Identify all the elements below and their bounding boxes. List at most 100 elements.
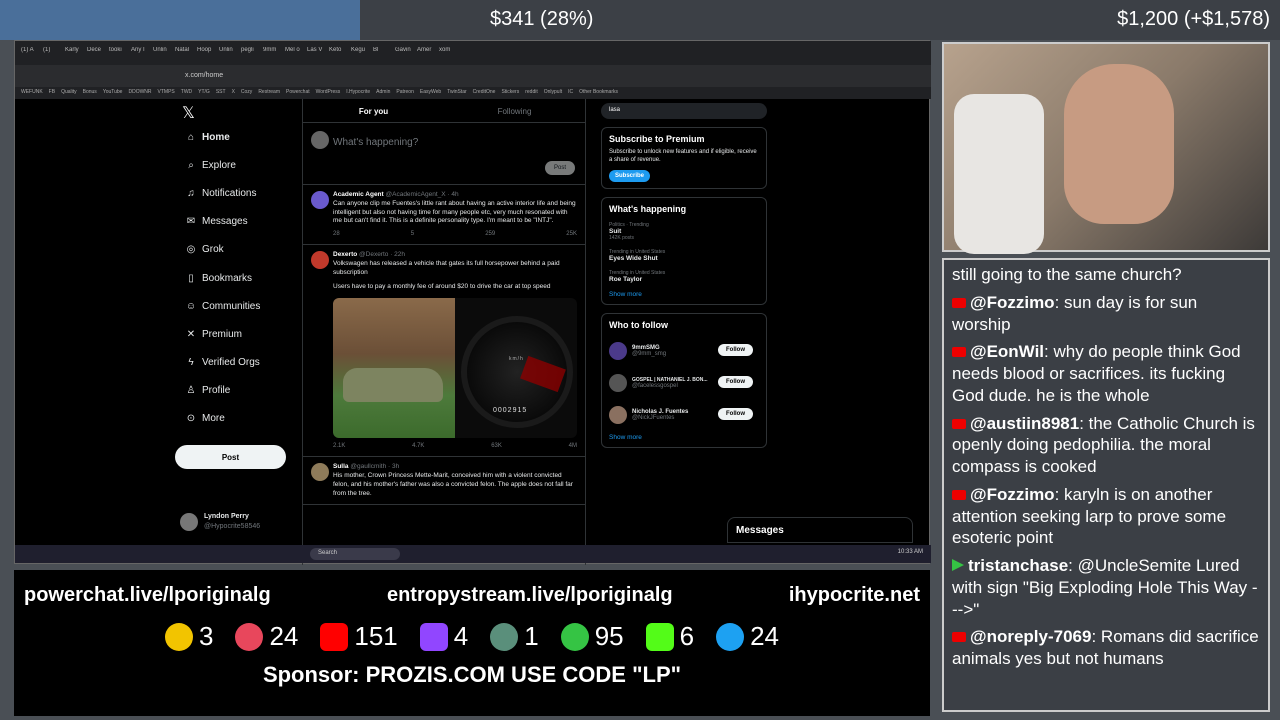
nav-home[interactable]: ⌂ Home [180, 123, 300, 151]
trend-item[interactable]: Trending in United States Eyes Wide Shut [609, 249, 759, 262]
follow-suggestion[interactable]: 9mmSMG @9mm_smg Follow [609, 340, 759, 362]
bookmark-item[interactable]: YouTube [103, 89, 123, 97]
browser-tab[interactable]: Kegu [351, 47, 373, 65]
compose-input[interactable]: What's happening? [333, 137, 418, 148]
bookmark-item[interactable]: Powerchat [286, 89, 310, 97]
post-button[interactable]: Post [175, 445, 286, 469]
tweet-author[interactable]: Dexerto [333, 251, 357, 258]
nav-more[interactable]: ⊙ More [180, 405, 300, 433]
bookmark-item[interactable]: Admin [376, 89, 390, 97]
browser-tab[interactable]: Mel o [285, 47, 307, 65]
tweet-author[interactable]: Academic Agent [333, 191, 384, 198]
nav-premium[interactable]: ✕ Premium [180, 320, 300, 348]
url-text[interactable]: x.com/home [185, 72, 223, 79]
x-logo-icon[interactable]: 𝕏 [182, 103, 300, 123]
browser-tab[interactable]: Natal [175, 47, 197, 65]
bookmark-item[interactable]: CreditOne [473, 89, 496, 97]
bookmark-item[interactable]: I.Hypocrite [346, 89, 370, 97]
tweet[interactable]: Dexerto @Dexerto · 22h Volkswagen has re… [303, 245, 585, 458]
like-count[interactable]: 259 [485, 230, 495, 238]
browser-tab[interactable]: pegli [241, 47, 263, 65]
show-more-link[interactable]: Show more [609, 291, 759, 298]
tab-for-you[interactable]: For you [303, 99, 444, 122]
bookmark-item[interactable]: VTMPS [158, 89, 175, 97]
like-count[interactable]: 63K [491, 442, 502, 450]
browser-tab[interactable]: Gavin [395, 47, 417, 65]
bookmark-item[interactable]: X [232, 89, 235, 97]
bookmark-item[interactable]: WordPress [316, 89, 341, 97]
stream-top-bar: $341 (28%) $1,200 (+$1,578) [0, 0, 1280, 40]
bookmark-item[interactable]: TWD [181, 89, 192, 97]
browser-tab[interactable]: (1) [43, 47, 65, 65]
search-input[interactable]: lasa [601, 103, 767, 119]
nav-messages[interactable]: ✉ Messages [180, 208, 300, 236]
follow-button[interactable]: Follow [718, 343, 753, 356]
reply-count[interactable]: 28 [333, 230, 340, 238]
bookmark-item[interactable]: IC [568, 89, 573, 97]
tweet[interactable]: Academic Agent @AcademicAgent_X · 4h Can… [303, 185, 585, 246]
bookmark-item[interactable]: Patreon [396, 89, 414, 97]
nav-explore[interactable]: ⌕ Explore [180, 151, 300, 179]
follow-button[interactable]: Follow [718, 375, 753, 388]
nav-notifications[interactable]: ♫ Notifications [180, 179, 300, 207]
browser-tab[interactable]: 9mm [263, 47, 285, 65]
bookmark-item[interactable]: YT/G [198, 89, 210, 97]
bookmark-item[interactable]: Other Bookmarks [579, 89, 618, 97]
bookmark-item[interactable]: TwinStar [447, 89, 466, 97]
nav-communities[interactable]: ☺ Communities [180, 292, 300, 320]
follow-button[interactable]: Follow [718, 407, 753, 420]
tab-following[interactable]: Following [444, 99, 585, 122]
bookmark-item[interactable]: DDOWNR [128, 89, 151, 97]
bookmark-item[interactable]: Onlypult [544, 89, 562, 97]
browser-tab[interactable]: Bl [373, 47, 395, 65]
nav-profile[interactable]: ♙ Profile [180, 377, 300, 405]
browser-tab[interactable]: Amer [417, 47, 439, 65]
bookmark-item[interactable]: Cozy [241, 89, 252, 97]
browser-tab[interactable]: Any I [131, 47, 153, 65]
bookmark-item[interactable]: Restream [258, 89, 280, 97]
browser-tab[interactable]: (1) A [21, 47, 43, 65]
browser-tab[interactable]: Keto [329, 47, 351, 65]
kick-icon [645, 622, 674, 651]
subscribe-button[interactable]: Subscribe [609, 169, 651, 182]
taskbar-search[interactable]: Search [310, 548, 400, 560]
follow-suggestion[interactable]: Nicholas J. Fuentes @NickJFuentes Follow [609, 404, 759, 426]
browser-tab[interactable]: Unlin [219, 47, 241, 65]
reply-count[interactable]: 2.1K [333, 442, 345, 450]
tweet[interactable]: Sulla @gaullcmith · 3h His mother, Crown… [303, 457, 585, 506]
trends-card: What's happening Politics · Trending Suit… [601, 196, 767, 305]
browser-tab[interactable]: tooki [109, 47, 131, 65]
browser-tab[interactable]: Hoop [197, 47, 219, 65]
show-more-link[interactable]: Show more [609, 434, 759, 441]
browser-tab[interactable]: Dece [87, 47, 109, 65]
browser-tab[interactable]: Las V [307, 47, 329, 65]
timeline: For you Following What's happening? Post… [302, 99, 586, 565]
view-count[interactable]: 4M [569, 442, 577, 450]
nav-grok[interactable]: ◎ Grok [180, 236, 300, 264]
bookmark-item[interactable]: FB [49, 89, 55, 97]
view-count[interactable]: 25K [566, 230, 577, 238]
platform-icon [164, 622, 193, 651]
bookmark-item[interactable]: Stickers [501, 89, 519, 97]
nav-verified-orgs[interactable]: ϟ Verified Orgs [180, 349, 300, 377]
bookmark-item[interactable]: reddit [525, 89, 538, 97]
browser-tab[interactable]: xom [439, 47, 461, 65]
messages-drawer[interactable]: Messages [727, 517, 913, 543]
tweet-media[interactable]: km/h 0002915 [333, 298, 577, 439]
browser-tab[interactable]: Unlin [153, 47, 175, 65]
address-bar[interactable]: x.com/home [15, 65, 931, 87]
follow-suggestion[interactable]: GOSPEL | NATHANIEL J. BON... @facelessgos… [609, 372, 759, 394]
trend-item[interactable]: Politics · Trending Suit 142K posts [609, 222, 759, 241]
bookmark-item[interactable]: WEFUNK [21, 89, 43, 97]
bookmark-item[interactable]: Quality [61, 89, 77, 97]
bookmark-item[interactable]: EasyWeb [420, 89, 441, 97]
browser-tab[interactable]: Karly [65, 47, 87, 65]
compose-post-button[interactable]: Post [545, 161, 575, 175]
retweet-count[interactable]: 5 [411, 230, 414, 238]
tweet-author[interactable]: Sulla [333, 463, 349, 470]
bookmark-item[interactable]: Bonus [83, 89, 97, 97]
trend-item[interactable]: Trending in United States Roe Taylor [609, 270, 759, 283]
retweet-count[interactable]: 4.7K [412, 442, 424, 450]
nav-bookmarks[interactable]: ▯ Bookmarks [180, 264, 300, 292]
bookmark-item[interactable]: SST [216, 89, 226, 97]
